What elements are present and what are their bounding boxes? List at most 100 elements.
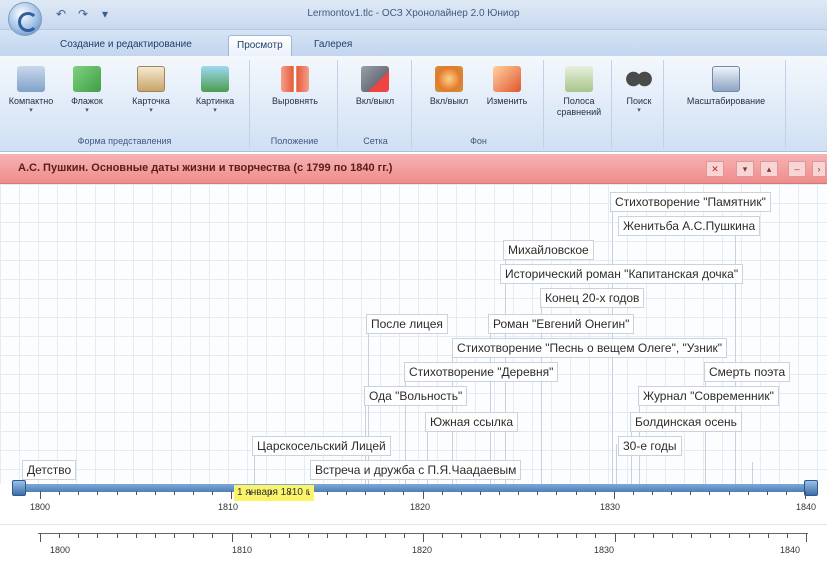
group-label-position: Положение xyxy=(270,136,319,146)
tab-view[interactable]: Просмотр xyxy=(228,35,292,56)
axis-tick xyxy=(556,491,558,495)
zoom-button[interactable]: Масштабирование xyxy=(678,66,774,107)
overview-tick xyxy=(174,533,176,538)
close-icon[interactable]: ✕ xyxy=(706,161,724,177)
overview-tick xyxy=(633,533,635,538)
group-label-view-form: Форма представления xyxy=(77,136,172,146)
background-edit-icon xyxy=(493,66,521,92)
zoom-icon xyxy=(712,66,740,92)
event-yuzhnaya-ssylka[interactable]: Южная ссылка xyxy=(425,412,519,432)
overview-tick xyxy=(327,533,329,538)
axis-tick xyxy=(594,491,596,495)
scroll-right-icon[interactable]: › xyxy=(812,161,826,177)
timeline-axis-bar[interactable] xyxy=(18,484,818,492)
compare-strip-button[interactable]: Полоса сравнений xyxy=(556,66,602,118)
overview-tick xyxy=(116,533,118,538)
chevron-down-icon[interactable]: ▾ xyxy=(736,161,754,177)
event-mikhaylovskoe[interactable]: Михайловское xyxy=(503,240,594,260)
chevron-up-icon[interactable]: ▴ xyxy=(760,161,778,177)
background-toggle-button[interactable]: Вкл/выкл xyxy=(426,66,472,107)
event-chaadaev[interactable]: Встреча и дружба с П.Я.Чаадаевым xyxy=(310,460,522,480)
event-smert-poeta[interactable]: Смерть поэта xyxy=(704,362,791,382)
axis-tick xyxy=(422,491,424,499)
search-button[interactable]: Поиск ▾ xyxy=(616,66,662,115)
overview-tick xyxy=(729,533,731,538)
overview-year-label: 1840 xyxy=(780,545,801,555)
event-zhenitba[interactable]: Женитьба А.С.Пушкина xyxy=(618,216,761,236)
overview-tick xyxy=(786,533,788,538)
group-label-grid: Сетка xyxy=(363,136,388,146)
axis-tick xyxy=(384,491,386,495)
timeline-title: А.С. Пушкин. Основные даты жизни и творч… xyxy=(18,162,393,174)
timeline-canvas[interactable]: Стихотворение "Памятник" Женитьба А.С.Пу… xyxy=(0,184,827,484)
app-window: ↶ ↷ ▾ Lermontov1.tlc - ОСЗ Хронолайнер 2… xyxy=(0,0,827,563)
overview-tick xyxy=(231,533,233,542)
event-boldinskaya-osen[interactable]: Болдинская осень xyxy=(630,412,742,432)
event-oda-volnost[interactable]: Ода "Вольность" xyxy=(364,386,468,406)
axis-tick xyxy=(690,491,692,495)
axis-right-handle[interactable] xyxy=(804,480,818,496)
overview-tick xyxy=(806,533,807,542)
group-label-background: Фон xyxy=(470,136,487,146)
overview-scale[interactable]: 1800 1810 1820 1830 1840 xyxy=(0,524,827,563)
overview-tick xyxy=(576,533,578,538)
event-kapitanskaya-dochka[interactable]: Исторический роман "Капитанская дочка" xyxy=(500,264,744,284)
axis-tick xyxy=(154,491,156,495)
flag-button[interactable]: Флажок ▾ xyxy=(64,66,110,115)
overview-tick xyxy=(97,533,99,538)
background-toggle-icon xyxy=(435,66,463,92)
event-30e-gody[interactable]: 30-е годы xyxy=(618,436,682,456)
axis-tick xyxy=(499,491,500,495)
picture-button[interactable]: Картинка ▾ xyxy=(192,66,238,115)
event-konets-20h[interactable]: Конец 20-х годов xyxy=(540,288,645,308)
overview-tick xyxy=(250,533,252,538)
flag-icon xyxy=(73,66,101,92)
overview-tick xyxy=(748,533,750,538)
event-derevnya[interactable]: Стихотворение "Деревня" xyxy=(404,362,559,382)
background-edit-button[interactable]: Изменить xyxy=(484,66,530,107)
overview-tick xyxy=(767,533,769,538)
align-button[interactable]: Выровнять xyxy=(272,66,318,107)
compact-button[interactable]: Компактно ▾ xyxy=(8,66,54,115)
axis-tick xyxy=(97,491,99,495)
ribbon: Компактно ▾ Флажок ▾ Карточка ▾ Картинка… xyxy=(0,56,827,152)
overview-tick xyxy=(154,533,156,538)
tab-gallery[interactable]: Галерея xyxy=(306,35,360,56)
group-zoom: Масштабирование xyxy=(666,60,786,148)
event-posle-litseya[interactable]: После лицея xyxy=(366,314,448,334)
event-tsarskoselskiy-litsey[interactable]: Царскосельский Лицей xyxy=(252,436,391,456)
axis-tick xyxy=(212,491,214,495)
card-button[interactable]: Карточка ▾ xyxy=(128,66,174,115)
axis-tick xyxy=(173,491,175,495)
event-detstvo[interactable]: Детство xyxy=(22,460,77,480)
grid-toggle-button[interactable]: Вкл/выкл xyxy=(352,66,398,107)
group-compare: Полоса сравнений xyxy=(546,60,612,148)
overview-tick xyxy=(384,533,386,538)
event-pesn-o-veshchem-olege[interactable]: Стихотворение "Песнь о вещем Олеге", "Уз… xyxy=(452,338,728,358)
event-pamyatnik[interactable]: Стихотворение "Памятник" xyxy=(610,192,771,212)
axis-year-label: 1830 xyxy=(600,502,621,512)
event-evgeniy-onegin[interactable]: Роман "Евгений Онегин" xyxy=(488,314,635,334)
event-sovremennik[interactable]: Журнал "Современник" xyxy=(638,386,779,406)
overview-tick xyxy=(78,533,80,538)
overview-tick xyxy=(193,533,195,538)
axis-year-label: 1840 xyxy=(796,502,817,512)
axis-tick xyxy=(307,491,309,495)
overview-tick xyxy=(59,533,61,538)
axis-left-handle[interactable] xyxy=(12,480,26,496)
window-title: Lermontov1.tlc - ОСЗ Хронолайнер 2.0 Юни… xyxy=(307,8,520,19)
overview-tick xyxy=(652,533,654,538)
axis-tick xyxy=(613,491,615,499)
app-menu-button[interactable] xyxy=(8,2,42,36)
axis-tick xyxy=(518,491,520,495)
title-bar: ↶ ↷ ▾ Lermontov1.tlc - ОСЗ Хронолайнер 2… xyxy=(0,0,827,30)
tab-create-edit[interactable]: Создание и редактирование xyxy=(52,35,200,56)
axis-tick xyxy=(766,491,768,495)
axis-tick xyxy=(59,491,61,495)
axis-tick xyxy=(652,491,653,495)
overview-tick xyxy=(595,533,597,538)
group-background: Вкл/выкл Изменить Фон xyxy=(414,60,544,148)
axis-tick xyxy=(460,491,462,495)
overview-tick xyxy=(308,533,310,538)
minimize-icon[interactable]: – xyxy=(788,161,806,177)
